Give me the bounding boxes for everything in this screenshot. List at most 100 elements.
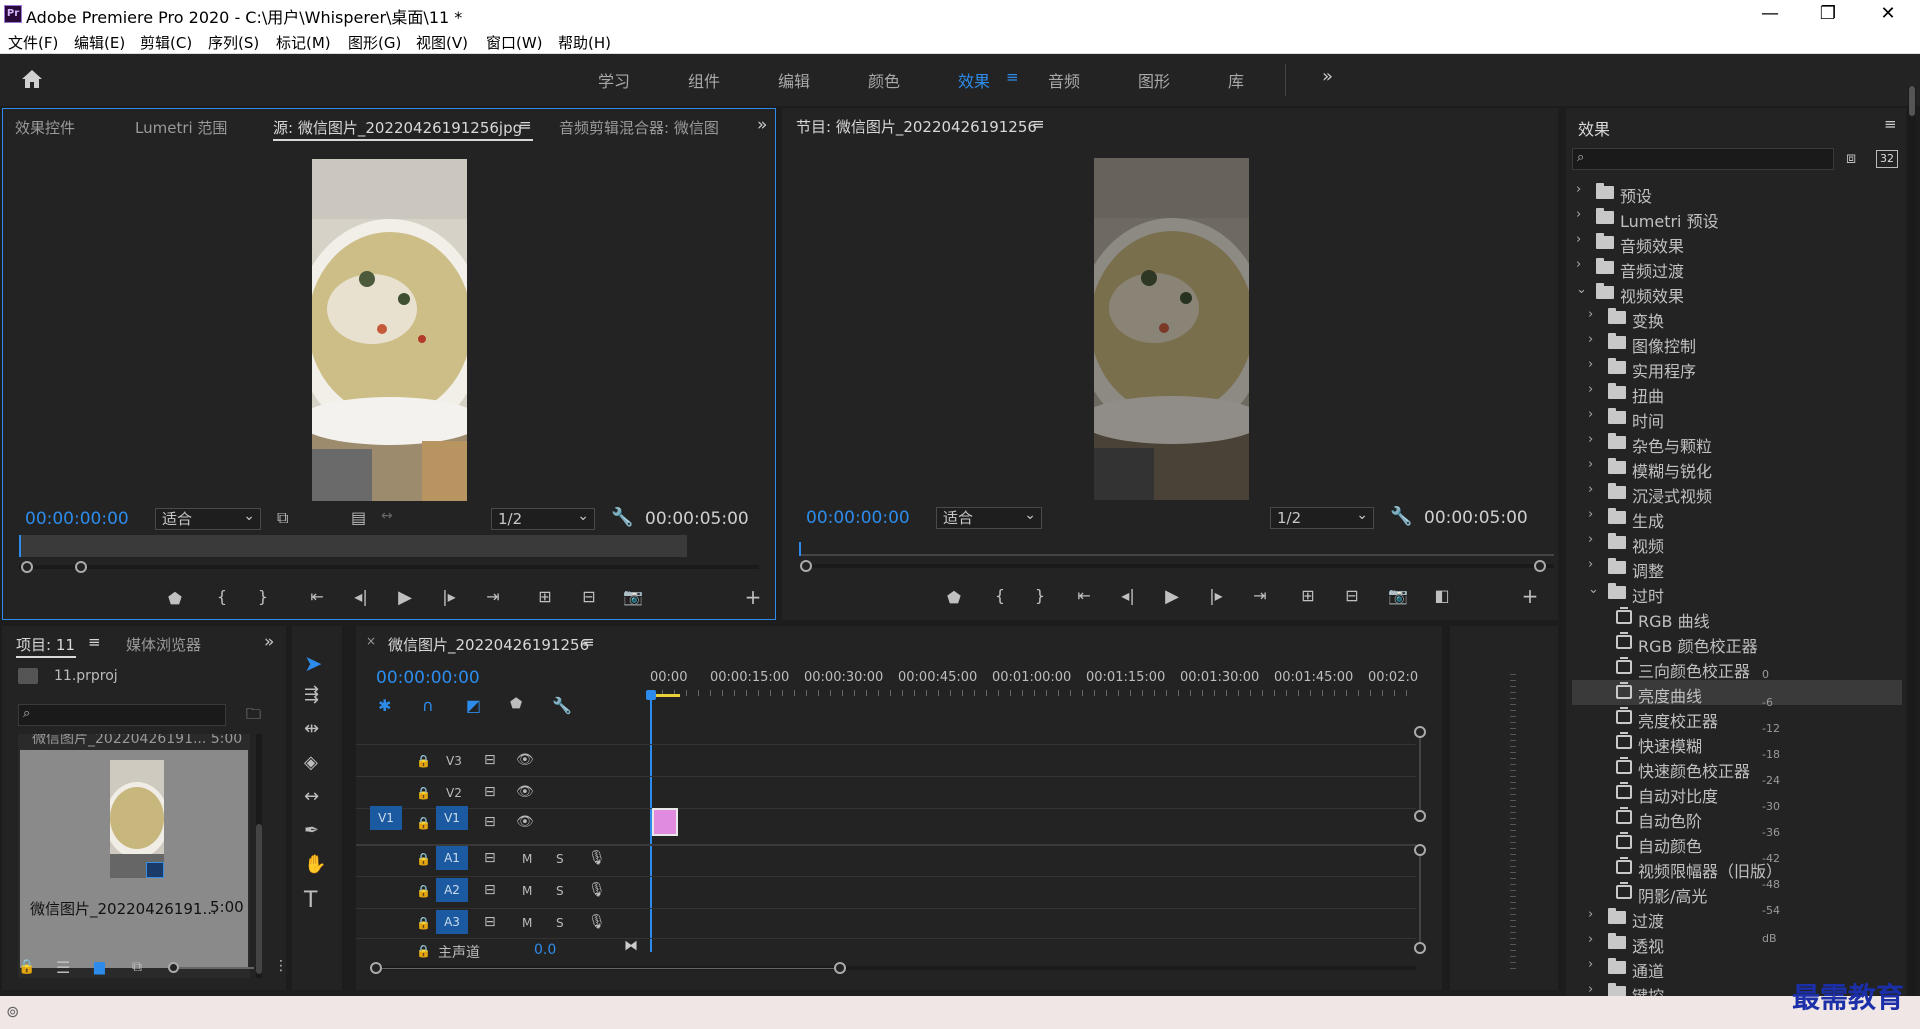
- settings-wrench-icon[interactable]: 🔧: [611, 507, 633, 528]
- program-go-to-out-icon[interactable]: ⇥: [1248, 586, 1272, 605]
- ripple-edit-tool-icon[interactable]: ⇹: [304, 718, 319, 739]
- program-scrub-bar[interactable]: [800, 554, 1554, 556]
- right-scrollbar[interactable]: [1908, 86, 1916, 996]
- menu-graphics[interactable]: 图形(G): [348, 32, 401, 53]
- program-mark-in-icon[interactable]: {: [988, 586, 1012, 605]
- chevron-right-icon[interactable]: ›: [1588, 382, 1593, 397]
- v2-lock-icon[interactable]: 🔒: [416, 786, 431, 800]
- chevron-down-icon[interactable]: ⌄: [1588, 582, 1599, 597]
- insert-icon[interactable]: ⊞: [533, 587, 557, 606]
- workspace-menu-icon[interactable]: ≡: [1006, 68, 1019, 86]
- program-go-to-in-icon[interactable]: ⇤: [1072, 586, 1096, 605]
- a2-mute-button[interactable]: M: [522, 884, 532, 898]
- type-tool-icon[interactable]: T: [304, 888, 317, 913]
- a1-solo-button[interactable]: S: [556, 852, 564, 866]
- v3-lock-icon[interactable]: 🔒: [416, 754, 431, 768]
- menu-window[interactable]: 窗口(W): [486, 32, 543, 53]
- menu-help[interactable]: 帮助(H): [558, 32, 611, 53]
- effect-folder[interactable]: › 模糊与锐化: [1572, 455, 1902, 481]
- program-settings-wrench-icon[interactable]: 🔧: [1390, 506, 1412, 527]
- audio-scroll-top-handle[interactable]: [1414, 844, 1426, 856]
- master-volume-value[interactable]: 0.0: [534, 942, 556, 958]
- workspace-libraries[interactable]: 库: [1228, 68, 1244, 92]
- effect-item[interactable]: 三向颜色校正器: [1572, 655, 1902, 681]
- lock-icon[interactable]: 🔒: [18, 959, 35, 975]
- tab-source[interactable]: 源: 微信图片_20220426191256jpg: [273, 117, 522, 138]
- go-to-in-icon[interactable]: ⇤: [305, 587, 329, 606]
- chevron-right-icon[interactable]: ›: [1588, 457, 1593, 472]
- clip-item-partial[interactable]: 微信图片_20220426191... 5:00: [32, 734, 242, 748]
- project-search-input[interactable]: ⌕: [18, 704, 226, 726]
- effect-folder[interactable]: › 杂色与颗粒: [1572, 430, 1902, 456]
- program-resolution-dropdown[interactable]: 1/2: [1270, 505, 1374, 529]
- step-back-icon[interactable]: ◂|: [349, 587, 373, 606]
- effect-item[interactable]: 快速颜色校正器: [1572, 755, 1902, 781]
- a2-track-target[interactable]: A2: [436, 878, 468, 902]
- effect-folder[interactable]: › 过渡: [1572, 905, 1902, 931]
- timeline-settings-icon[interactable]: 🔧: [552, 696, 572, 715]
- effect-folder[interactable]: › 音频效果: [1572, 230, 1902, 256]
- project-more-icon[interactable]: ⋮: [274, 958, 288, 974]
- freeform-view-icon[interactable]: ⧉: [132, 959, 142, 975]
- effect-item[interactable]: 亮度校正器: [1572, 705, 1902, 731]
- menu-marker[interactable]: 标记(M): [276, 32, 331, 53]
- menu-view[interactable]: 视图(V): [416, 32, 468, 53]
- effect-folder[interactable]: › 时间: [1572, 405, 1902, 431]
- export-frame-small-icon[interactable]: ▤: [351, 508, 366, 527]
- workspace-editing[interactable]: 编辑: [778, 68, 810, 92]
- icon-view-icon[interactable]: ▆: [94, 959, 105, 975]
- program-mark-out-icon[interactable]: }: [1028, 586, 1052, 605]
- program-video-frame[interactable]: [1094, 158, 1249, 500]
- mark-in-icon[interactable]: {: [210, 587, 234, 606]
- source-video-frame[interactable]: [312, 159, 467, 501]
- a2-mic-icon[interactable]: 🎙: [588, 882, 606, 898]
- thumbnail-size-handle[interactable]: [168, 962, 179, 973]
- effects-panel-title[interactable]: 效果: [1578, 116, 1610, 140]
- tab-project[interactable]: 项目: 11: [16, 634, 75, 655]
- workspace-audio[interactable]: 音频: [1048, 68, 1080, 92]
- chevron-right-icon[interactable]: ›: [1588, 982, 1593, 996]
- v3-sync-icon[interactable]: ⊟: [484, 752, 496, 768]
- effect-folder[interactable]: › 沉浸式视频: [1572, 480, 1902, 506]
- a3-sync-icon[interactable]: ⊟: [484, 914, 496, 930]
- tab-lumetri-scopes[interactable]: Lumetri 范围: [135, 117, 227, 138]
- chevron-right-icon[interactable]: ›: [1588, 332, 1593, 347]
- video-scroll-bottom-handle[interactable]: [1414, 810, 1426, 822]
- mark-out-icon[interactable]: }: [251, 587, 275, 606]
- chevron-right-icon[interactable]: ›: [1588, 482, 1593, 497]
- effect-item[interactable]: RGB 曲线: [1572, 605, 1902, 631]
- slip-tool-icon[interactable]: ↔: [304, 786, 319, 807]
- workspace-assembly[interactable]: 组件: [688, 68, 720, 92]
- effect-folder[interactable]: ⌄ 过时: [1572, 580, 1902, 606]
- chevron-right-icon[interactable]: ›: [1576, 257, 1581, 272]
- program-export-frame-icon[interactable]: 📷: [1386, 586, 1410, 605]
- source-zoom-handle-right[interactable]: [75, 561, 87, 573]
- v1-source-patch[interactable]: V1: [370, 806, 402, 830]
- program-step-forward-icon[interactable]: |▸: [1204, 586, 1228, 605]
- effect-folder[interactable]: › 图像控制: [1572, 330, 1902, 356]
- chevron-right-icon[interactable]: ›: [1576, 182, 1581, 197]
- razor-tool-icon[interactable]: ◈: [304, 752, 318, 773]
- effect-item[interactable]: 亮度曲线: [1572, 680, 1902, 706]
- close-icon[interactable]: ✕: [1868, 2, 1908, 26]
- effect-folder[interactable]: › 视频: [1572, 530, 1902, 556]
- timeline-zoom-handle-left[interactable]: [370, 962, 382, 974]
- program-title[interactable]: 节目: 微信图片_20220426191256: [796, 116, 1037, 137]
- timeline-marker-icon[interactable]: ⬟: [510, 696, 522, 712]
- project-scrollbar-thumb[interactable]: [256, 824, 262, 974]
- chevron-right-icon[interactable]: ›: [1576, 207, 1581, 222]
- program-play-icon[interactable]: ▶: [1160, 586, 1184, 607]
- v1-lock-icon[interactable]: 🔒: [416, 816, 431, 830]
- export-frame-icon[interactable]: 📷: [621, 587, 645, 606]
- linked-selection-icon[interactable]: ◩: [466, 696, 481, 715]
- v2-sync-icon[interactable]: ⊟: [484, 784, 496, 800]
- project-menu-icon[interactable]: ≡: [88, 633, 101, 651]
- v1-track-target[interactable]: V1: [436, 806, 468, 830]
- chevron-right-icon[interactable]: ›: [1588, 507, 1593, 522]
- video-scroll-top-handle[interactable]: [1414, 726, 1426, 738]
- a3-lock-icon[interactable]: 🔒: [416, 916, 431, 930]
- program-add-marker-icon[interactable]: ⬟: [942, 588, 966, 607]
- thumbnail-size-slider[interactable]: [174, 967, 254, 969]
- snap-icon[interactable]: ∩: [422, 696, 434, 715]
- pen-tool-icon[interactable]: ✒: [304, 820, 319, 841]
